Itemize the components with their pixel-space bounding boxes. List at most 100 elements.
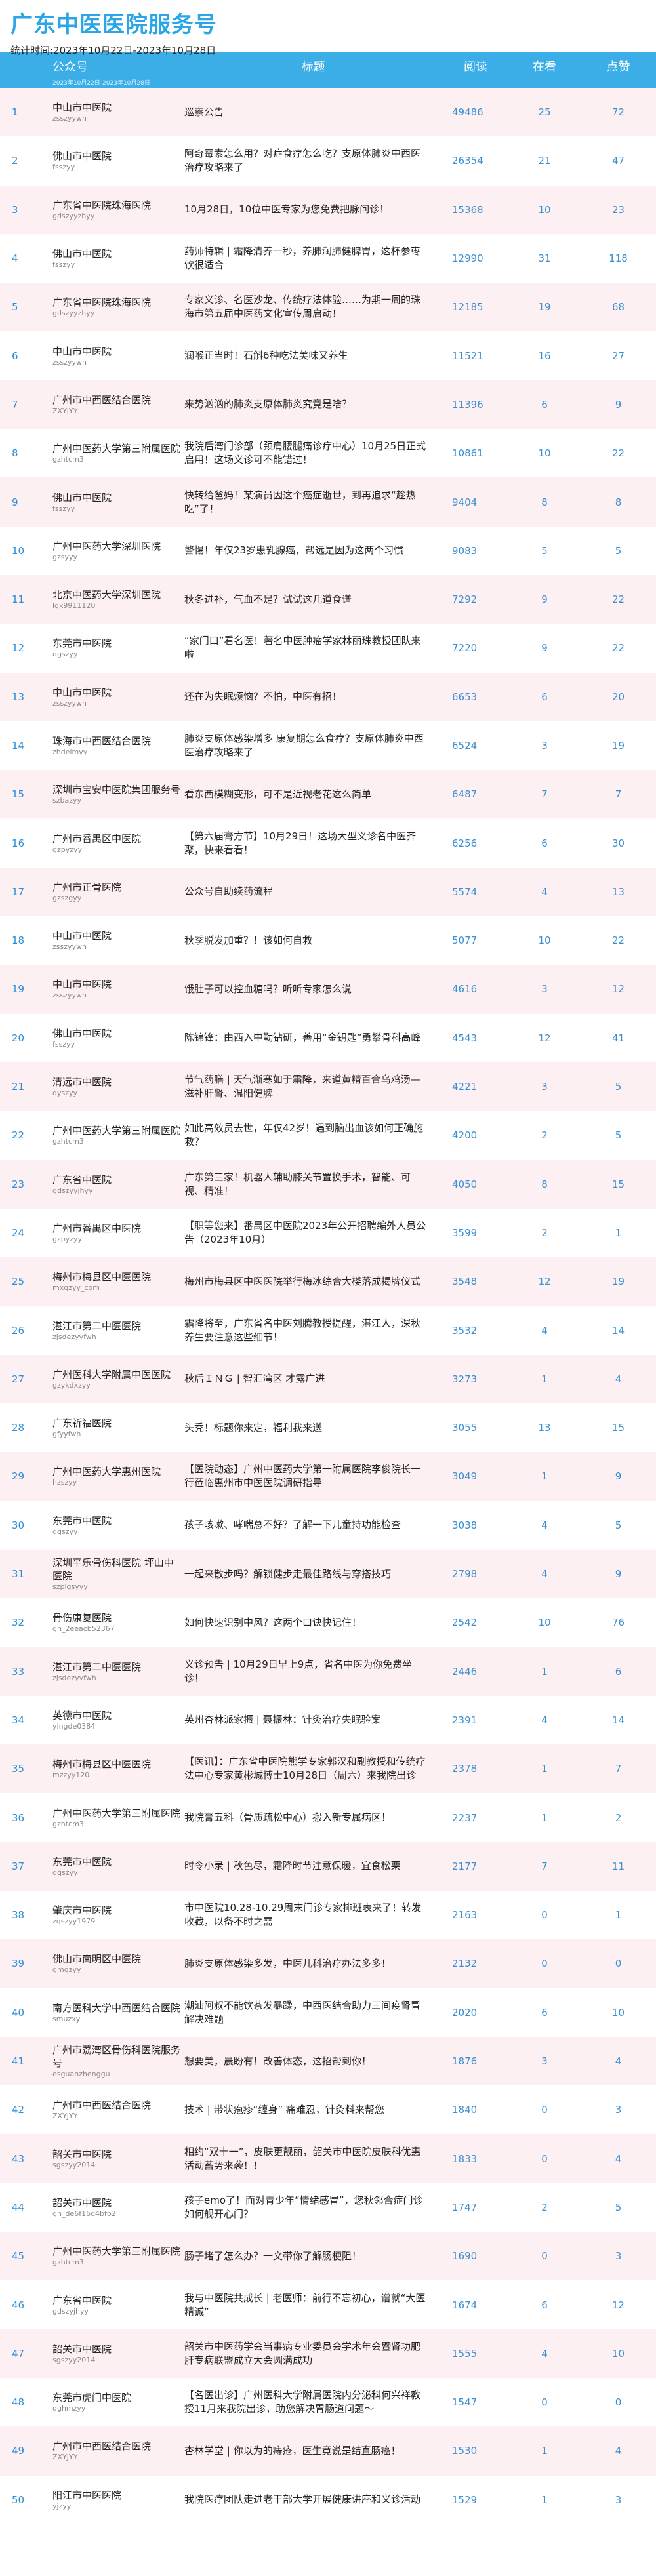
account-cell[interactable]: 东莞市虎门中医院 dghmzyy bbox=[52, 2377, 184, 2427]
table-row[interactable]: 29 广州中医药大学惠州医院 hzszyy 【医院动态】广州中医药大学第一附属医院李俊… bbox=[0, 1452, 656, 1501]
account-name[interactable]: 广州医科大学附属中医医院 bbox=[52, 1368, 183, 1381]
account-cell[interactable]: 梅州市梅县区中医医院 mzzyy120 bbox=[52, 1744, 184, 1794]
account-cell[interactable]: 广州医科大学附属中医医院 gzykdxzyy bbox=[52, 1354, 184, 1404]
article-title[interactable]: 润喉正当时！石斛6种吃法美味又养生 bbox=[184, 331, 443, 380]
account-cell[interactable]: 梅州市梅县区中医医院 mxqzyy_com bbox=[52, 1257, 184, 1306]
table-row[interactable]: 31 深圳平乐骨伤科医院 坪山中医院 szplgsyyy 一起来散步吗？解锁健步走最佳… bbox=[0, 1549, 656, 1599]
table-row[interactable]: 26 湛江市第二中医医院 zjsdezyyfwh 霜降将至，广东省名中医刘腾教授提醒，… bbox=[0, 1306, 656, 1355]
article-title[interactable]: 专家义诊、名医沙龙、传统疗法体验……为期一周的珠海市第五届中医药文化宣传周启动！ bbox=[184, 283, 443, 332]
article-title[interactable]: 如此高效员去世，年仅42岁！遇到脑出血该如何正确施救？ bbox=[184, 1111, 443, 1160]
account-cell[interactable]: 广州市中西医结合医院 ZXYJYY bbox=[52, 2426, 184, 2476]
table-row[interactable]: 36 广州中医药大学第三附属医院 gzhtcm3 我院膏五科（骨质疏松中心）搬入新专属… bbox=[0, 1793, 656, 1842]
article-title[interactable]: 如何快速识别中风？这两个口诀快记住！ bbox=[184, 1598, 443, 1647]
account-cell[interactable]: 广州市番禺区中医院 gzpyzyy bbox=[52, 1208, 184, 1258]
table-row[interactable]: 23 广东省中医院 gdszyyjhyy 广东第三家！机器人辅助膝关节置换手术，智能、… bbox=[0, 1159, 656, 1209]
article-title[interactable]: 巡察公告 bbox=[184, 88, 443, 137]
article-title[interactable]: 【医讯】：广东省中医院熊学专家郭汉和副教授和传统疗法中心专家黄彬城博士10月28… bbox=[184, 1744, 443, 1794]
account-name[interactable]: 珠海市中西医结合医院 bbox=[52, 735, 183, 748]
account-name[interactable]: 广州市荔湾区骨伤科医院服务号 bbox=[52, 2043, 183, 2070]
account-cell[interactable]: 广东省中医院 gdszyyjhyy bbox=[52, 1159, 184, 1209]
account-cell[interactable]: 广州市中西医结合医院 ZXYJYY bbox=[52, 380, 184, 430]
account-name[interactable]: 广东省中医院 bbox=[52, 1173, 183, 1186]
account-cell[interactable]: 佛山市中医院 fsszyy bbox=[52, 477, 184, 527]
article-title[interactable]: 我与中医院共成长 | 老医师：前行不忘初心，谱就“大医精诚” bbox=[184, 2280, 443, 2329]
table-row[interactable]: 6 中山市中医院 zsszyywh 润喉正当时！石斛6种吃法美味又养生 11521 16 2… bbox=[0, 331, 656, 380]
account-name[interactable]: 东莞市中医院 bbox=[52, 637, 183, 650]
article-title[interactable]: 阿奇霉素怎么用？对症食疗怎么吃？支原体肺炎中西医治疗攻略来了 bbox=[184, 136, 443, 186]
account-name[interactable]: 广州市正骨医院 bbox=[52, 881, 183, 894]
account-name[interactable]: 广东省中医院珠海医院 bbox=[52, 296, 183, 309]
article-title[interactable]: 秋冬进补，气血不足？试试这几道食谱 bbox=[184, 574, 443, 624]
account-cell[interactable]: 肇庆市中医院 zqszyy1979 bbox=[52, 1890, 184, 1940]
account-cell[interactable]: 英德市中医院 yingde0384 bbox=[52, 1695, 184, 1745]
article-title[interactable]: 霜降将至，广东省名中医刘腾教授提醒，湛江人，深秋养生要注意这些细节！ bbox=[184, 1306, 443, 1355]
table-row[interactable]: 7 广州市中西医结合医院 ZXYJYY 来势汹汹的肺炎支原体肺炎究竟是啥？ 11396 6… bbox=[0, 380, 656, 430]
account-cell[interactable]: 中山市中医院 zsszyywh bbox=[52, 88, 184, 137]
account-cell[interactable]: 韶关市中医院 sgszyy2014 bbox=[52, 2134, 184, 2183]
account-cell[interactable]: 佛山市南明区中医院 gmqzyy bbox=[52, 1939, 184, 1988]
account-name[interactable]: 北京中医药大学深圳医院 bbox=[52, 588, 183, 601]
account-name[interactable]: 深圳市宝安中医院集团服务号 bbox=[52, 783, 183, 796]
account-cell[interactable]: 广州中医药大学第三附属医院 gzhtcm3 bbox=[52, 429, 184, 478]
column-header-look[interactable]: 在看 bbox=[508, 52, 581, 80]
table-row[interactable]: 22 广州中医药大学第三附属医院 gzhtcm3 如此高效员去世，年仅42岁！遇到脑出… bbox=[0, 1111, 656, 1160]
article-title[interactable]: 一起来散步吗？解锁健步走最佳路线与穿搭技巧 bbox=[184, 1549, 443, 1599]
account-name[interactable]: 韶关市中医院 bbox=[52, 2148, 183, 2161]
account-name[interactable]: 英德市中医院 bbox=[52, 1709, 183, 1722]
article-title[interactable]: 广东第三家！机器人辅助膝关节置换手术，智能、可视、精准！ bbox=[184, 1159, 443, 1209]
table-row[interactable]: 19 中山市中医院 zsszyywh 饿肚子可以控血糖吗？听听专家怎么说 4616 3 12 bbox=[0, 965, 656, 1014]
account-cell[interactable]: 广东省中医院珠海医院 gdszyyzhyy bbox=[52, 185, 184, 234]
account-name[interactable]: 深圳平乐骨伤科医院 坪山中医院 bbox=[52, 1556, 183, 1582]
account-name[interactable]: 肇庆市中医院 bbox=[52, 1904, 183, 1917]
article-title[interactable]: 头秃！标题你来定，福利我来送 bbox=[184, 1403, 443, 1453]
account-cell[interactable]: 骨伤康复医院 gh_2eeacb52367 bbox=[52, 1598, 184, 1647]
column-header-read[interactable]: 阅读 bbox=[443, 52, 508, 80]
account-cell[interactable]: 东莞市中医院 dgszyy bbox=[52, 1500, 184, 1550]
account-name[interactable]: 广州中医药大学第三附属医院 bbox=[52, 2245, 183, 2258]
account-cell[interactable]: 广州中医药大学深圳医院 gzsyyy bbox=[52, 526, 184, 575]
account-name[interactable]: 韶关市中医院 bbox=[52, 2196, 183, 2209]
account-cell[interactable]: 深圳市宝安中医院集团服务号 szbazyy bbox=[52, 770, 184, 819]
article-title[interactable]: 来势汹汹的肺炎支原体肺炎究竟是啥？ bbox=[184, 380, 443, 430]
account-cell[interactable]: 佛山市中医院 fsszyy bbox=[52, 233, 184, 283]
article-title[interactable]: 肺炎支原体感染增多 康复期怎么食疗？支原体肺炎中西医治疗攻略来了 bbox=[184, 721, 443, 771]
account-name[interactable]: 广州中医药大学惠州医院 bbox=[52, 1465, 183, 1478]
account-cell[interactable]: 阳江市中医医院 yjzyy bbox=[52, 2475, 184, 2524]
table-row[interactable]: 42 广州市中西医结合医院 ZXYJYY 技术 | 带状疱疹“缠身” 痛难忍，针灸料来… bbox=[0, 2085, 656, 2135]
table-row[interactable]: 25 梅州市梅县区中医医院 mxqzyy_com 梅州市梅县区中医医院举行梅冰综合大楼… bbox=[0, 1257, 656, 1306]
article-title[interactable]: 技术 | 带状疱疹“缠身” 痛难忍，针灸料来帮您 bbox=[184, 2085, 443, 2135]
account-cell[interactable]: 中山市中医院 zsszyywh bbox=[52, 331, 184, 380]
column-header-title[interactable]: 标题 bbox=[184, 52, 443, 80]
table-row[interactable]: 24 广州市番禺区中医院 gzpyzyy 【职等您来】番禺区中医院2023年公开招聘编… bbox=[0, 1208, 656, 1258]
account-cell[interactable]: 湛江市第二中医医院 zjsdezyyfwh bbox=[52, 1306, 184, 1355]
account-name[interactable]: 广东省中医院珠海医院 bbox=[52, 199, 183, 212]
table-row[interactable]: 43 韶关市中医院 sgszyy2014 相约“双十一”，皮肤更靓丽，韶关市中医院皮肤… bbox=[0, 2134, 656, 2183]
account-cell[interactable]: 北京中医药大学深圳医院 lgk9911120 bbox=[52, 574, 184, 624]
table-row[interactable]: 27 广州医科大学附属中医医院 gzykdxzyy 秋后ＩＮＧ | 智汇湾区 才露广进… bbox=[0, 1354, 656, 1404]
account-name[interactable]: 阳江市中医医院 bbox=[52, 2489, 183, 2502]
table-row[interactable]: 21 清远市中医院 qyszyy 节气药膳 | 天气渐寒如于霜降，来道黄精百合乌鸡汤—… bbox=[0, 1062, 656, 1112]
article-title[interactable]: 看东西模糊变形，可不是近视老花这么简单 bbox=[184, 770, 443, 819]
article-title[interactable]: 节气药膳 | 天气渐寒如于霜降，来道黄精百合乌鸡汤—滋补肝肾、温阳健脾 bbox=[184, 1062, 443, 1112]
article-title[interactable]: 义诊预告 | 10月29日早上9点，省名中医为你免费坐诊！ bbox=[184, 1647, 443, 1696]
table-row[interactable]: 39 佛山市南明区中医院 gmqzyy 肺炎支原体感染多发，中医儿科治疗办法多多！ 21… bbox=[0, 1939, 656, 1988]
article-title[interactable]: 【医院动态】广州中医药大学第一附属医院李俊院长一行莅临惠州市中医医院调研指导 bbox=[184, 1452, 443, 1501]
table-row[interactable]: 46 广东省中医院 gdszyjhyy 我与中医院共成长 | 老医师：前行不忘初心，谱… bbox=[0, 2280, 656, 2329]
account-name[interactable]: 梅州市梅县区中医医院 bbox=[52, 1758, 183, 1771]
table-row[interactable]: 47 韶关市中医院 sgszyy2014 韶关市中医药学会当事病专业委员会学术年会暨肾… bbox=[0, 2329, 656, 2378]
table-row[interactable]: 1 中山市中医院 zsszyywh 巡察公告 49486 25 72 bbox=[0, 88, 656, 137]
article-title[interactable]: 我院膏五科（骨质疏松中心）搬入新专属病区！ bbox=[184, 1793, 443, 1842]
article-title[interactable]: 陈锦锋：由西入中勤钻研，善用“金钥匙”勇攀骨科高峰 bbox=[184, 1013, 443, 1062]
article-title[interactable]: 10月28日，10位中医专家为您免费把脉问诊！ bbox=[184, 185, 443, 234]
article-title[interactable]: 我院后湾门诊部（颈肩腰腿痛诊疗中心）10月25日正式启用！这场义诊可不能错过！ bbox=[184, 429, 443, 478]
table-row[interactable]: 45 广州中医药大学第三附属医院 gzhtcm3 肠子堵了怎么办？一文带你了解肠梗阻！… bbox=[0, 2232, 656, 2281]
account-name[interactable]: 广州市中西医结合医院 bbox=[52, 2440, 183, 2453]
article-title[interactable]: 秋季脱发加重？！该如何自救 bbox=[184, 916, 443, 965]
article-title[interactable]: 药师特辑 | 霜降清养一秒，养肺润肺健脾胃，这杯参枣饮很适合 bbox=[184, 233, 443, 283]
table-row[interactable]: 50 阳江市中医医院 yjzyy 我院医疗团队走进老干部大学开展健康讲座和义诊活动 15… bbox=[0, 2475, 656, 2524]
account-name[interactable]: 广州中医药大学第三附属医院 bbox=[52, 1807, 183, 1820]
account-name[interactable]: 佛山市中医院 bbox=[52, 1027, 183, 1040]
account-cell[interactable]: 中山市中医院 zsszyywh bbox=[52, 672, 184, 721]
article-title[interactable]: 英州杏林派家振 | 聂振林：针灸治疗失眠验案 bbox=[184, 1695, 443, 1745]
table-row[interactable]: 9 佛山市中医院 fsszyy 快转给爸妈！某演员因这个癌症逝世，到再追求“趁热吃”了… bbox=[0, 477, 656, 527]
